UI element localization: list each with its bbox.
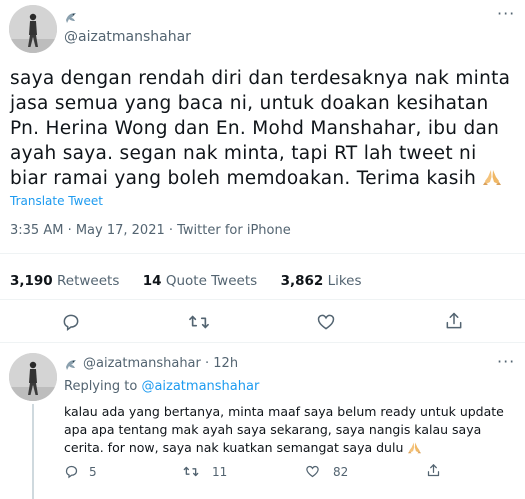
retweets-stat[interactable]: 3,190 Retweets [10, 273, 124, 289]
retweet-icon[interactable] [188, 312, 210, 332]
quote-tweets-label: Quote Tweets [165, 273, 258, 289]
author-avatar[interactable] [9, 5, 57, 53]
reply-reply-count: 5 [89, 464, 97, 479]
folded-hands-emoji [407, 441, 422, 459]
reply-text: kalau ada yang bertanya, minta maaf saya… [64, 404, 504, 455]
heart-icon[interactable] [305, 464, 320, 479]
reply-retweet-count: 11 [212, 464, 228, 479]
heart-icon[interactable] [316, 312, 336, 332]
reply-retweet-action[interactable]: 11 [183, 464, 227, 479]
share-icon[interactable] [426, 463, 441, 478]
likes-label: Likes [327, 273, 362, 289]
quote-tweets-stat[interactable]: 14 Quote Tweets [143, 273, 262, 289]
reply-body: kalau ada yang bertanya, minta maaf saya… [64, 403, 504, 459]
author-handle[interactable]: @aizatmanshahar [64, 29, 191, 45]
divider [0, 299, 525, 300]
tweet-timestamp[interactable]: 3:35 AM · May 17, 2021 · Twitter for iPh… [10, 223, 291, 238]
share-icon[interactable] [444, 311, 464, 331]
retweets-count: 3,190 [10, 273, 53, 289]
reply-like-count: 82 [333, 464, 349, 479]
reply-author-handle[interactable]: @aizatmanshahar [83, 356, 201, 371]
tweet-body: saya dengan rendah diri dan terdesaknya … [10, 66, 515, 193]
divider [0, 253, 525, 254]
retweet-icon[interactable] [183, 464, 199, 479]
likes-count: 3,862 [280, 273, 324, 289]
more-dots-icon[interactable]: ··· [497, 4, 515, 23]
quote-tweets-count: 14 [142, 273, 162, 289]
tweet-text: saya dengan rendah diri dan terdesaknya … [10, 68, 511, 189]
reply-like-action[interactable]: 82 [305, 464, 348, 479]
reply-header: @aizatmanshahar · 12h [83, 356, 238, 371]
reply-author-avatar[interactable] [9, 353, 57, 401]
translate-tweet-link[interactable]: Translate Tweet [10, 194, 103, 208]
engagement-stats: 3,190 Retweets 14 Quote Tweets 3,862 Lik… [10, 270, 362, 289]
name-emoji-icon [64, 357, 78, 371]
thread-line [32, 404, 34, 499]
reply-bubble-icon[interactable] [64, 464, 79, 479]
replying-to-handle[interactable]: @aizatmanshahar [141, 379, 259, 394]
folded-hands-emoji [482, 168, 502, 193]
replying-to: Replying to @aizatmanshahar [64, 379, 259, 394]
reply-bubble-icon[interactable] [61, 312, 81, 332]
more-dots-icon[interactable]: ··· [497, 352, 515, 371]
replying-to-label: Replying to [64, 379, 138, 394]
reply-time[interactable]: · 12h [205, 356, 238, 371]
reply-reply-action[interactable]: 5 [64, 464, 97, 479]
divider [0, 342, 525, 343]
retweets-label: Retweets [57, 273, 120, 289]
likes-stat[interactable]: 3,862 Likes [281, 273, 362, 289]
name-emoji-icon [64, 10, 78, 24]
